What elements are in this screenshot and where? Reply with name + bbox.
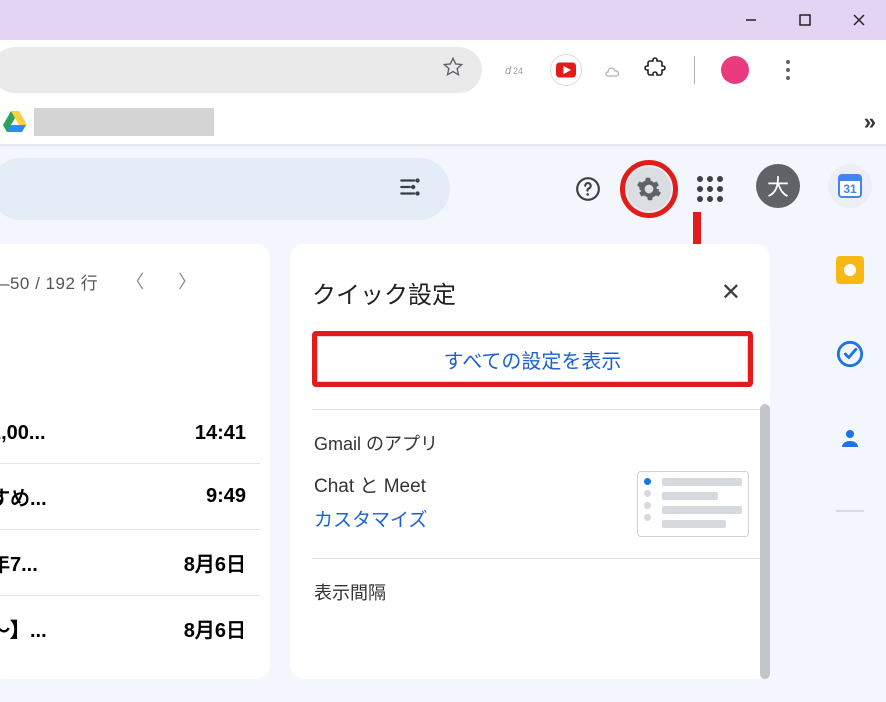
mail-row[interactable]: すめ... 9:49 — [0, 463, 260, 529]
keep-button[interactable] — [828, 248, 872, 292]
svg-text:24: 24 — [513, 66, 523, 76]
customize-link[interactable]: カスタマイズ — [314, 504, 427, 538]
mail-time: 8月6日 — [184, 548, 246, 577]
keep-icon — [836, 256, 864, 284]
calendar-icon: 31 — [837, 173, 863, 199]
density-section: 表示間隔 — [312, 558, 765, 625]
pager: –50 / 192 行 〈 〉 — [0, 262, 260, 324]
svg-text:31: 31 — [843, 182, 857, 196]
browser-menu-button[interactable] — [771, 60, 805, 80]
tasks-button[interactable] — [828, 332, 872, 376]
mail-subject: すめ... — [0, 482, 47, 511]
mail-subject: ～】... — [0, 614, 47, 643]
google-apps-button[interactable] — [688, 167, 732, 211]
account-avatar[interactable]: 大 — [756, 164, 800, 208]
mail-subject: 2,00... — [0, 422, 46, 445]
density-label: 表示間隔 — [314, 579, 749, 605]
settings-scrollbar[interactable] — [760, 404, 770, 679]
chat-meet-label: Chat と Meet — [314, 470, 427, 504]
calendar-button[interactable]: 31 — [828, 164, 872, 208]
gmail-apps-section: Gmail のアプリ Chat と Meet カスタマイズ — [312, 409, 765, 558]
browser-toolbar: d24 — [0, 40, 886, 100]
quick-settings-panel: クイック設定 ✕ すべての設定を表示 Gmail のアプリ Chat と Mee… — [290, 244, 770, 679]
bookmarks-bar: » — [0, 100, 886, 144]
all-settings-highlight: すべての設定を表示 — [312, 331, 753, 387]
contacts-button[interactable] — [828, 416, 872, 460]
mail-time: 8月6日 — [184, 614, 246, 643]
extension-icons: d24 — [504, 54, 805, 86]
side-panel: 31 — [814, 146, 886, 702]
tasks-icon — [836, 340, 864, 368]
window-close-button[interactable] — [832, 0, 886, 40]
bookmark-star-icon[interactable] — [442, 56, 464, 83]
layout-thumbnail[interactable] — [637, 471, 749, 537]
side-panel-separator — [836, 510, 864, 512]
quick-settings-title: クイック設定 — [312, 275, 456, 310]
window-maximize-button[interactable] — [778, 0, 832, 40]
pager-next-button[interactable]: 〉 — [172, 268, 202, 294]
settings-button-highlight — [620, 160, 678, 218]
gmail-apps-label: Gmail のアプリ — [314, 430, 749, 456]
settings-button[interactable] — [627, 167, 671, 211]
mail-row[interactable]: 2,00... 14:41 — [0, 404, 260, 463]
pager-prev-button[interactable]: 〈 — [120, 268, 150, 294]
gmail-header-icons — [566, 160, 732, 218]
extensions-button[interactable] — [644, 55, 668, 84]
mail-subject: 年7... — [0, 548, 38, 577]
pager-text: –50 / 192 行 — [0, 269, 98, 294]
gmail-content: 大 –50 / 192 行 〈 〉 2,00... 14:41 — [0, 146, 886, 702]
contacts-icon — [838, 426, 862, 450]
all-settings-button[interactable]: すべての設定を表示 — [317, 336, 748, 382]
extension-icon-3[interactable] — [598, 55, 628, 85]
bookmark-item-redacted[interactable] — [34, 108, 214, 136]
extension-icon-1[interactable]: d24 — [504, 55, 534, 85]
search-options-icon[interactable] — [398, 174, 424, 205]
google-drive-icon[interactable] — [2, 109, 28, 135]
window-titlebar — [0, 0, 886, 40]
bookmarks-overflow-button[interactable]: » — [864, 109, 870, 135]
mail-list: –50 / 192 行 〈 〉 2,00... 14:41 すめ... 9:49… — [0, 244, 270, 679]
mail-time: 14:41 — [195, 422, 246, 445]
window-minimize-button[interactable] — [724, 0, 778, 40]
gmail-main: 大 –50 / 192 行 〈 〉 2,00... 14:41 — [0, 146, 814, 702]
toolbar-separator — [694, 56, 695, 84]
mail-row[interactable]: ～】... 8月6日 — [0, 595, 260, 661]
close-settings-button[interactable]: ✕ — [715, 272, 747, 313]
youtube-extension-icon[interactable] — [550, 54, 582, 86]
omnibox[interactable] — [0, 47, 482, 93]
mail-row[interactable]: 年7... 8月6日 — [0, 529, 260, 595]
svg-text:d: d — [505, 65, 512, 77]
profile-avatar[interactable] — [721, 56, 749, 84]
apps-grid-icon — [697, 176, 723, 202]
gmail-search-bar[interactable] — [0, 158, 450, 220]
help-button[interactable] — [566, 167, 610, 211]
mail-time: 9:49 — [206, 485, 246, 508]
